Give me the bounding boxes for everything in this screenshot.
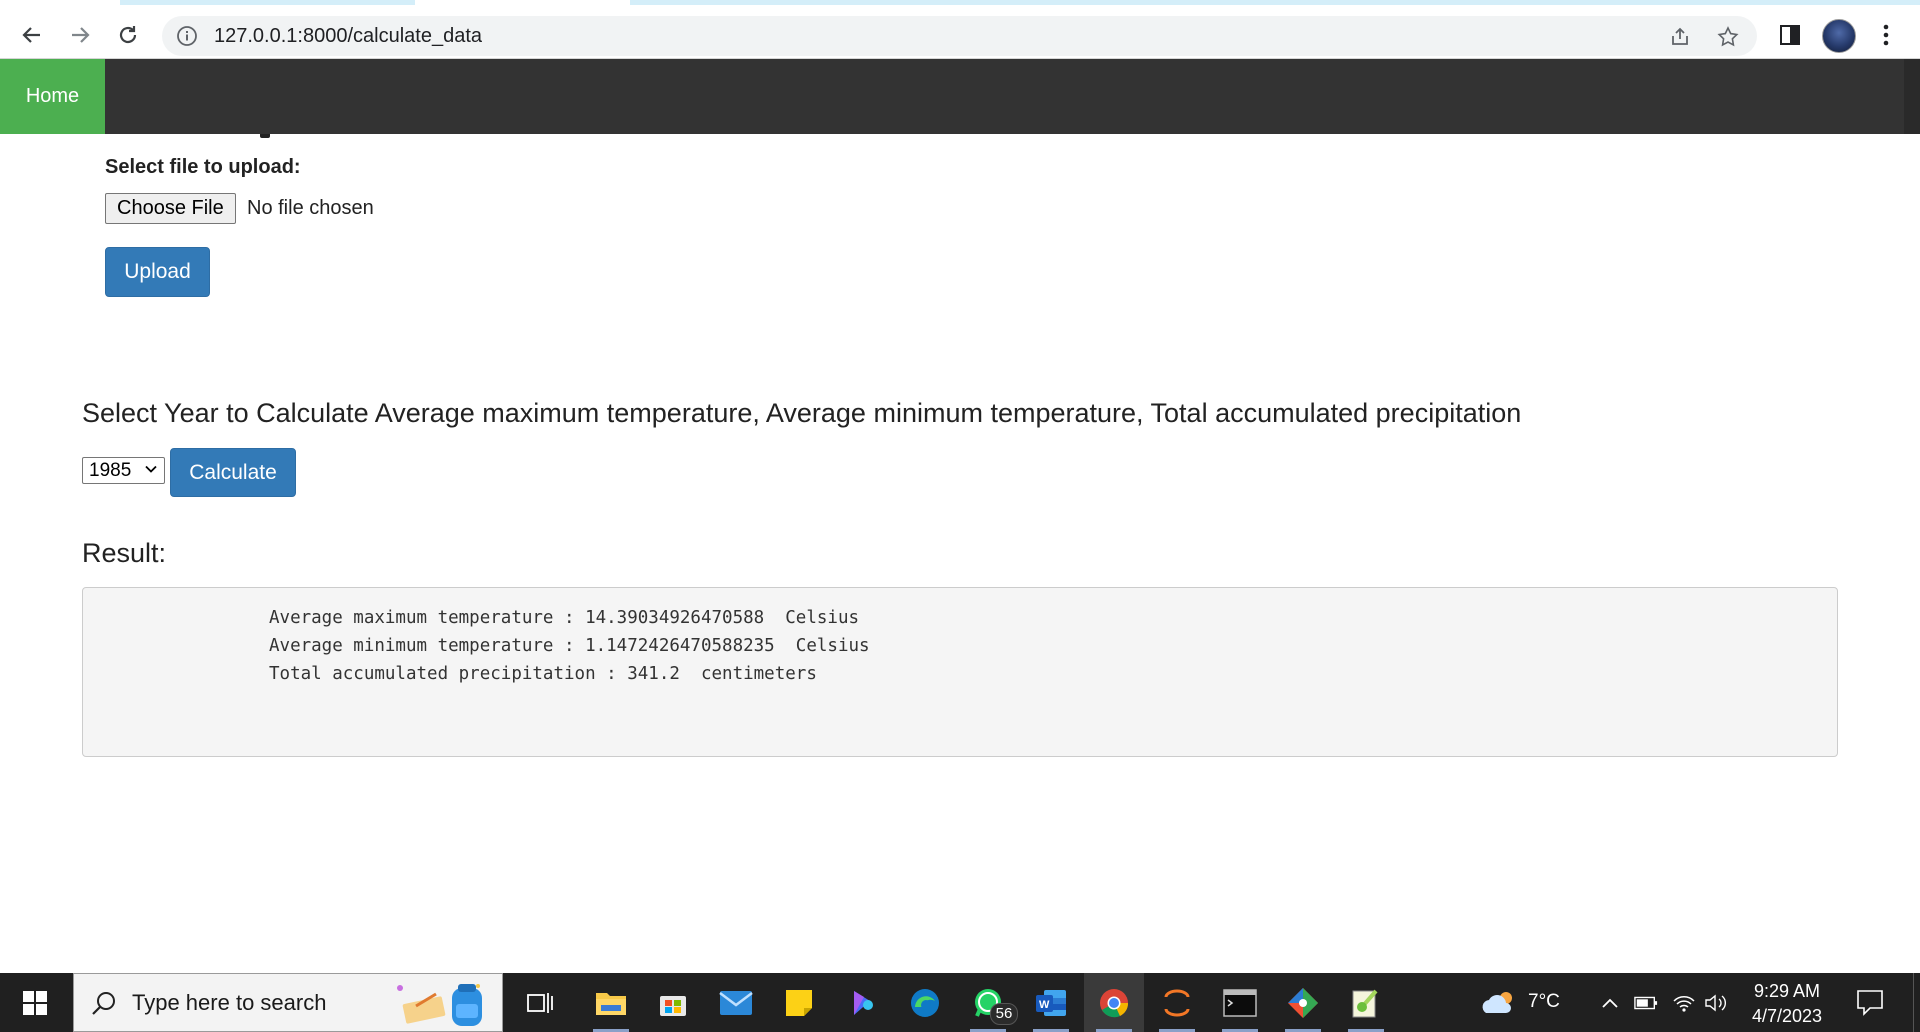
mail-icon: [719, 990, 753, 1015]
folder-icon: [596, 992, 626, 1015]
forward-button[interactable]: [62, 17, 98, 53]
side-panel-icon: [1780, 25, 1800, 45]
reload-button[interactable]: [110, 17, 146, 53]
chrome-browser-icon: [1100, 988, 1129, 1017]
reload-icon: [119, 26, 137, 44]
weather-temperature[interactable]: 7°C: [1528, 991, 1560, 1013]
upload-label: Select file to upload:: [105, 156, 301, 178]
top-navbar: Home: [0, 59, 1920, 134]
back-button[interactable]: [14, 17, 50, 53]
clipped-heading-fragment: [0, 134, 1920, 140]
taskbar-search-box[interactable]: Type here to search: [73, 973, 503, 1032]
taskbar-mail[interactable]: [706, 973, 766, 1032]
result-line-max-temp: Average maximum temperature : 14.3903492…: [269, 608, 860, 628]
side-panel-button[interactable]: [1772, 17, 1808, 53]
git-diamond-icon: [1288, 987, 1318, 1018]
nav-home-link[interactable]: Home: [0, 59, 105, 134]
word-icon: W: [1036, 989, 1066, 1016]
edge-browser-icon: [911, 988, 939, 1017]
calculate-button[interactable]: Calculate: [170, 448, 296, 497]
profile-avatar[interactable]: [1822, 19, 1856, 53]
site-info-icon[interactable]: [176, 25, 198, 47]
taskbar-jupyter[interactable]: [1147, 973, 1207, 1032]
task-view-icon: [527, 992, 553, 1013]
task-view-button[interactable]: [510, 973, 570, 1032]
terminal-icon: [1223, 988, 1257, 1017]
file-status-text: No file chosen: [247, 197, 374, 219]
taskbar-copilot[interactable]: [832, 973, 892, 1032]
share-icon[interactable]: [1667, 24, 1693, 50]
battery-icon[interactable]: [1634, 991, 1658, 1015]
taskbar-sticky-notes[interactable]: [769, 973, 829, 1032]
whatsapp-unread-badge: 56: [990, 1003, 1018, 1025]
taskbar-notepad-plus[interactable]: [1336, 973, 1396, 1032]
taskbar-terminal[interactable]: [1210, 973, 1270, 1032]
copilot-icon: [854, 990, 873, 1015]
browser-menu-button[interactable]: [1868, 17, 1904, 53]
jupyter-icon: [1164, 989, 1190, 1016]
store-icon: [660, 995, 686, 1016]
taskbar-git-tool[interactable]: [1273, 973, 1333, 1032]
start-button[interactable]: [0, 973, 70, 1032]
calculate-heading: Select Year to Calculate Average maximum…: [82, 398, 1522, 428]
result-panel: Average maximum temperature : 14.3903492…: [82, 587, 1838, 757]
kebab-menu-icon: [1883, 24, 1889, 46]
clock-time: 9:29 AM: [1753, 981, 1821, 1001]
weather-cloud-icon[interactable]: [1480, 991, 1520, 1015]
taskbar-store[interactable]: [643, 973, 703, 1032]
url-text[interactable]: 127.0.0.1:8000/calculate_data: [214, 16, 482, 56]
show-desktop-button[interactable]: [1913, 973, 1920, 1032]
windows-logo-icon: [23, 990, 47, 1015]
upload-button[interactable]: Upload: [105, 247, 210, 297]
year-select[interactable]: 1985: [82, 457, 165, 484]
chevron-down-icon: [145, 465, 157, 473]
windows-taskbar: Type here to search 56 W 7°C 9:29 AM 4/7…: [0, 973, 1920, 1032]
chevron-up-icon[interactable]: [1598, 991, 1622, 1015]
taskbar-whatsapp[interactable]: 56: [958, 973, 1018, 1032]
wifi-icon[interactable]: [1672, 991, 1696, 1015]
system-clock[interactable]: 9:29 AM 4/7/2023: [1740, 979, 1834, 1029]
result-line-min-temp: Average minimum temperature : 1.14724264…: [269, 636, 870, 656]
search-placeholder: Type here to search: [132, 990, 327, 1015]
result-text: Average maximum temperature : 14.3903492…: [269, 604, 870, 688]
notification-center-icon[interactable]: [1855, 987, 1885, 1017]
arrow-left-icon: [22, 27, 40, 43]
sticky-notes-icon: [786, 989, 812, 1016]
arrow-right-icon: [72, 27, 90, 43]
taskbar-edge[interactable]: [895, 973, 955, 1032]
taskbar-chrome[interactable]: [1084, 973, 1144, 1032]
taskbar-file-explorer[interactable]: [581, 973, 641, 1032]
notepad-plus-icon: [1352, 989, 1378, 1017]
taskbar-word[interactable]: W: [1021, 973, 1081, 1032]
address-bar[interactable]: 127.0.0.1:8000/calculate_data: [162, 16, 1757, 56]
choose-file-button[interactable]: Choose File: [105, 193, 236, 224]
search-icon: [92, 992, 115, 1015]
year-select-value: 1985: [89, 460, 132, 481]
scrollbar[interactable]: [1904, 59, 1920, 134]
volume-icon[interactable]: [1704, 991, 1728, 1015]
browser-toolbar: 127.0.0.1:8000/calculate_data: [0, 5, 1920, 59]
search-highlight-illustration: [397, 984, 482, 1026]
result-heading: Result:: [82, 538, 167, 568]
bookmark-star-icon[interactable]: [1715, 24, 1741, 50]
result-line-precipitation: Total accumulated precipitation : 341.2 …: [269, 664, 817, 684]
clock-date: 4/7/2023: [1751, 1006, 1823, 1026]
svg-text:W: W: [1039, 999, 1050, 1011]
